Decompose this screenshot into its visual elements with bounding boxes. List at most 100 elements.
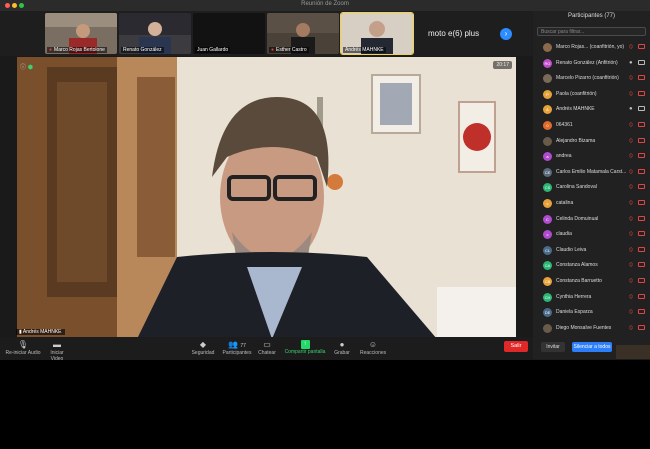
microphone-icon[interactable]: ● bbox=[629, 105, 633, 114]
security-shield-icon[interactable]: ⬢ bbox=[28, 65, 33, 71]
camera-off-icon[interactable] bbox=[638, 215, 645, 221]
video-camera-icon: ▬ bbox=[53, 340, 61, 349]
smiley-icon: ☺ bbox=[368, 340, 378, 349]
muted-microphone-icon[interactable]: ⦸ bbox=[629, 199, 633, 208]
participant-row[interactable]: CB Constanza Barruetto ⦸ bbox=[533, 274, 650, 290]
participant-row[interactable]: c claudia ⦸ bbox=[533, 227, 650, 243]
thumbnail-strip: ● Marco Rojas Bertolone Renato González J… bbox=[0, 11, 533, 56]
participant-row[interactable]: Marcelo Pizarro (coanfitrión) ⦸ bbox=[533, 71, 650, 87]
participant-row[interactable]: CL Claudio Leiva ⦸ bbox=[533, 243, 650, 259]
window-title: Reunión de Zoom bbox=[301, 1, 349, 7]
avatar: A bbox=[543, 105, 552, 115]
participant-row[interactable]: Alejandro Bizama ⦸ bbox=[533, 134, 650, 150]
reactions-button[interactable]: ☺ Reacciones bbox=[360, 340, 386, 356]
meeting-area: ● Marco Rojas Bertolone Renato González J… bbox=[0, 11, 533, 359]
camera-off-icon[interactable] bbox=[638, 90, 645, 96]
participant-name: Daniela Esparza bbox=[556, 309, 593, 316]
muted-microphone-icon[interactable]: ⦸ bbox=[629, 215, 633, 224]
avatar: CS bbox=[543, 183, 552, 193]
participant-name: Celinda Domuinual bbox=[556, 215, 599, 222]
muted-microphone-icon[interactable]: ⦸ bbox=[629, 277, 633, 286]
muted-microphone-icon[interactable]: ⦸ bbox=[629, 246, 633, 255]
thumbnail-video[interactable]: ● Esther Castro bbox=[267, 13, 339, 54]
active-speaker-video[interactable]: 20:17 bbox=[17, 57, 516, 339]
camera-off-icon[interactable] bbox=[638, 309, 645, 315]
thumbnail-label: ● Esther Castro bbox=[269, 47, 309, 53]
participant-row[interactable]: a andrea ⦸ bbox=[533, 149, 650, 165]
participant-row[interactable]: CA Constanza Alamos ⦸ bbox=[533, 258, 650, 274]
participant-row[interactable]: Marco Rojas... (coanfitrión, yo) ⦸ bbox=[533, 40, 650, 56]
next-page-button[interactable]: › bbox=[500, 28, 512, 40]
muted-microphone-icon[interactable]: ⦸ bbox=[629, 308, 633, 317]
avatar: C bbox=[543, 214, 552, 224]
muted-microphone-icon[interactable]: ⦸ bbox=[629, 137, 633, 146]
participant-name: Paola (coanfitrión) bbox=[556, 90, 597, 97]
thumbnail-video-active-speaker[interactable]: Andrés MAHNKE bbox=[340, 12, 414, 55]
camera-off-icon[interactable] bbox=[638, 168, 645, 174]
participant-row[interactable]: A Andrés MAHNKE ● bbox=[533, 102, 650, 118]
muted-mic-icon: ● bbox=[271, 47, 275, 53]
camera-off-icon[interactable] bbox=[638, 293, 645, 299]
camera-off-icon[interactable] bbox=[638, 231, 645, 237]
thumbnail-video[interactable]: Juan Gallardo bbox=[193, 13, 265, 54]
speaker-name-tag: ▮ Andrés MAHNKE bbox=[16, 329, 65, 335]
muted-microphone-icon[interactable]: ⦸ bbox=[629, 230, 633, 239]
participant-row[interactable]: CE Carlos Emilio Matamala Carst... ⦸ bbox=[533, 165, 650, 181]
audio-button[interactable]: 🎙 Re-iniciar Audio bbox=[4, 340, 42, 356]
camera-off-icon[interactable] bbox=[638, 121, 645, 127]
participant-row[interactable]: Diego Monsalve Fuentes ⦸ bbox=[533, 321, 650, 337]
participant-row[interactable]: RG Renato González (Anfitrión) ● bbox=[533, 56, 650, 72]
camera-off-icon[interactable] bbox=[638, 324, 645, 330]
muted-microphone-icon[interactable]: ⦸ bbox=[629, 121, 633, 130]
muted-microphone-icon[interactable]: ⦸ bbox=[629, 74, 633, 83]
muted-microphone-icon[interactable]: ⦸ bbox=[629, 43, 633, 52]
participant-row[interactable]: c catalina ⦸ bbox=[533, 196, 650, 212]
participant-name: claudia bbox=[556, 231, 572, 238]
muted-microphone-icon[interactable]: ⦸ bbox=[629, 261, 633, 270]
thumbnail-label: ● Marco Rojas Bertolone bbox=[47, 47, 107, 53]
participant-row[interactable]: C Celinda Domuinual ⦸ bbox=[533, 212, 650, 228]
microphone-icon[interactable]: ● bbox=[629, 59, 633, 68]
chat-button[interactable]: ▭ Chatear bbox=[256, 340, 278, 356]
camera-icon[interactable] bbox=[638, 106, 645, 112]
participants-button[interactable]: 👥 77 Participantes bbox=[221, 340, 253, 356]
camera-off-icon[interactable] bbox=[638, 277, 645, 283]
participant-name: Andrés MAHNKE bbox=[556, 106, 595, 113]
camera-off-icon[interactable] bbox=[638, 184, 645, 190]
mute-all-button[interactable]: Silenciar a todos bbox=[572, 342, 612, 352]
camera-off-icon[interactable] bbox=[638, 44, 645, 49]
video-button[interactable]: ▬ Iniciar Video bbox=[44, 340, 70, 362]
camera-off-icon[interactable] bbox=[638, 153, 645, 159]
participant-row[interactable]: DE Daniela Esparza ⦸ bbox=[533, 305, 650, 321]
muted-microphone-icon[interactable]: ⦸ bbox=[629, 168, 633, 177]
speaker-video-frame bbox=[17, 57, 516, 339]
participant-row[interactable]: CH Cynthia Herrera ⦸ bbox=[533, 290, 650, 306]
muted-microphone-icon[interactable]: ⦸ bbox=[629, 152, 633, 161]
share-screen-button[interactable]: ↑ Compartir pantalla bbox=[282, 340, 328, 355]
participant-row[interactable]: CS Carolina Sandoval ⦸ bbox=[533, 180, 650, 196]
thumbnail-video[interactable]: ● Marco Rojas Bertolone bbox=[45, 13, 117, 54]
info-icon[interactable]: ⓘ bbox=[20, 65, 26, 71]
camera-off-icon[interactable] bbox=[638, 246, 645, 252]
self-view-mini-video[interactable] bbox=[616, 345, 650, 359]
participant-search-input[interactable]: Buscar para filtrar... bbox=[537, 27, 646, 36]
participants-header: Participantes (77) bbox=[567, 13, 616, 19]
record-button[interactable]: ● Grabar bbox=[332, 340, 352, 356]
muted-microphone-icon[interactable]: ⦸ bbox=[629, 90, 633, 99]
participant-row[interactable]: P Paola (coanfitrión) ⦸ bbox=[533, 87, 650, 103]
participant-name: Diego Monsalve Fuentes bbox=[556, 324, 612, 331]
camera-icon[interactable] bbox=[638, 59, 645, 65]
security-button[interactable]: ◆ Seguridad bbox=[190, 340, 216, 356]
leave-meeting-button[interactable]: Salir bbox=[504, 341, 528, 352]
muted-microphone-icon[interactable]: ⦸ bbox=[629, 324, 633, 333]
invite-button[interactable]: Invitar bbox=[541, 342, 565, 352]
thumbnail-label: Andrés MAHNKE bbox=[343, 47, 386, 53]
camera-off-icon[interactable] bbox=[638, 75, 645, 81]
camera-off-icon[interactable] bbox=[638, 137, 645, 143]
participant-row[interactable]: 0 064361 ⦸ bbox=[533, 118, 650, 134]
muted-microphone-icon[interactable]: ⦸ bbox=[629, 293, 633, 302]
muted-microphone-icon[interactable]: ⦸ bbox=[629, 183, 633, 192]
camera-off-icon[interactable] bbox=[638, 199, 645, 205]
camera-off-icon[interactable] bbox=[638, 262, 645, 268]
thumbnail-video[interactable]: Renato González bbox=[119, 13, 191, 54]
